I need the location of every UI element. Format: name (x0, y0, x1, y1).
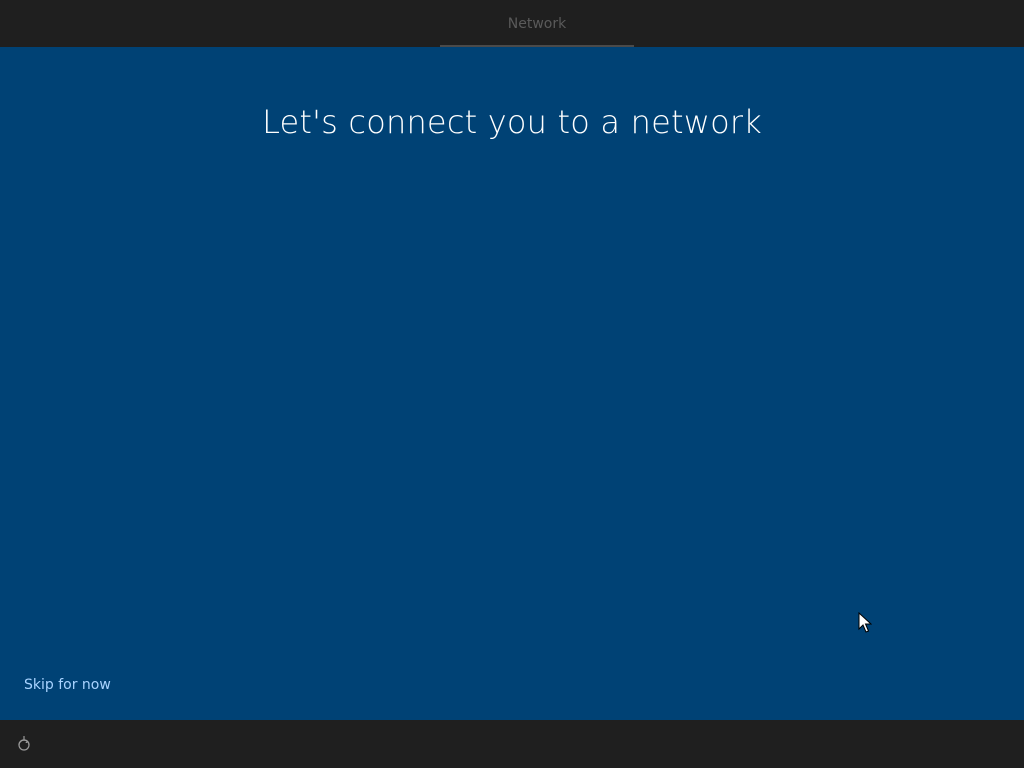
mouse-cursor-icon (858, 612, 872, 633)
step-tab-network: Network (507, 16, 567, 32)
ease-of-access-icon[interactable] (14, 734, 34, 754)
top-bar: Network (0, 0, 1024, 47)
skip-for-now-link[interactable]: Skip for now (24, 677, 111, 693)
page-title: Let's connect you to a network (262, 103, 762, 141)
bottom-bar (0, 720, 1024, 768)
